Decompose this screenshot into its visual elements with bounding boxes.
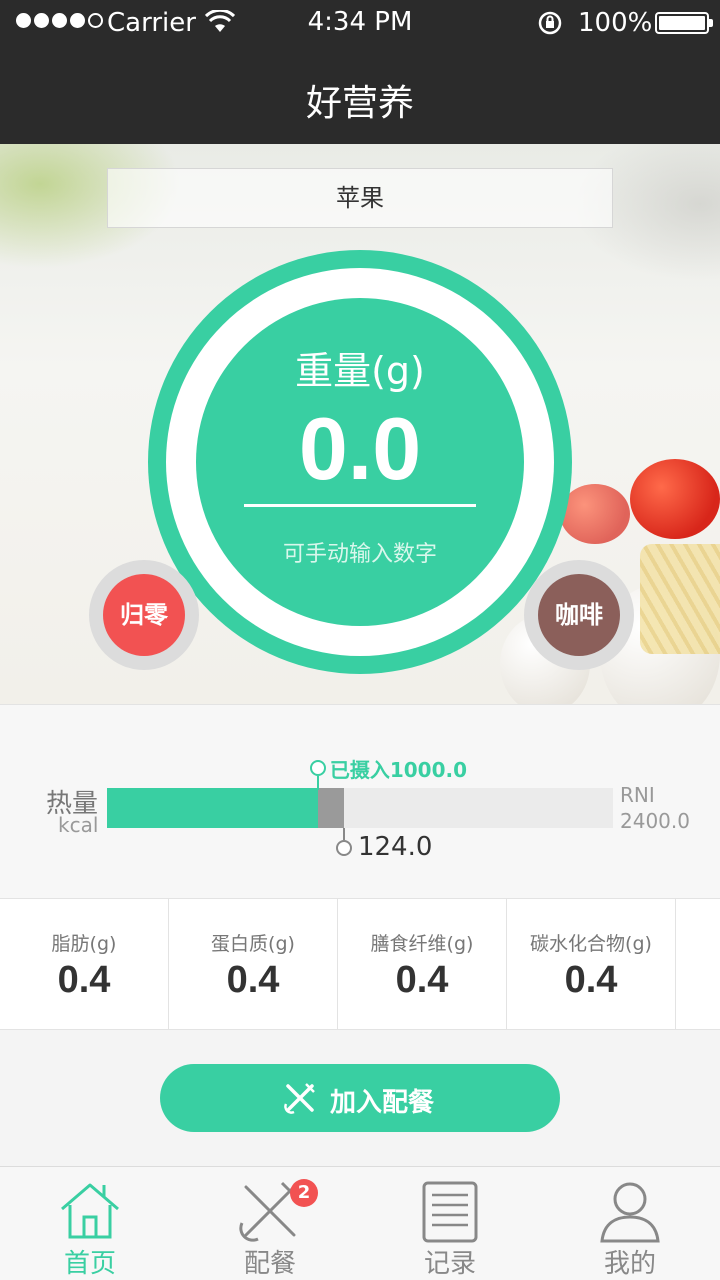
user-icon bbox=[600, 1182, 660, 1243]
weight-display[interactable]: 重量(g) 0.0 可手动输入数字 bbox=[196, 298, 524, 626]
calorie-unit: kcal bbox=[58, 813, 99, 837]
background-pasta-image bbox=[640, 544, 720, 654]
food-name-field[interactable]: 苹果 bbox=[107, 168, 613, 228]
nutrient-carbohydrate: 碳水化合物(g) 0.4 bbox=[507, 899, 676, 1030]
meal-plan-badge: 2 bbox=[290, 1179, 318, 1207]
current-calorie-fill bbox=[317, 788, 344, 828]
nutrient-name: 碳水化合物(g) bbox=[530, 933, 652, 955]
nutrient-fat: 脂肪(g) 0.4 bbox=[0, 899, 169, 1030]
tab-records[interactable]: 记录 bbox=[360, 1167, 540, 1280]
rni-label: RNI bbox=[620, 783, 655, 807]
tab-label: 首页 bbox=[63, 1249, 116, 1279]
nutrient-value: 0.4 bbox=[57, 959, 111, 1001]
calorie-section: 热量 kcal 已摄入1000.0 124.0 RNI 2400.0 bbox=[0, 704, 720, 898]
weight-dial: 重量(g) 0.0 可手动输入数字 bbox=[148, 250, 572, 674]
nutrient-value: 0.4 bbox=[226, 959, 280, 1001]
battery-percent: 100% bbox=[578, 8, 653, 38]
nutrient-name: 膳食纤维(g) bbox=[370, 933, 474, 955]
coffee-button-container: 咖啡 bbox=[524, 560, 634, 670]
consumed-calorie-fill bbox=[107, 788, 318, 828]
zero-button[interactable]: 归零 bbox=[103, 574, 185, 656]
home-icon bbox=[61, 1183, 119, 1239]
weight-label: 重量(g) bbox=[295, 349, 425, 393]
weight-input-underline bbox=[244, 504, 476, 507]
tab-label: 配餐 bbox=[243, 1249, 296, 1279]
nutrient-protein: 蛋白质(g) 0.4 bbox=[169, 899, 338, 1030]
consumed-label: 已摄入1000.0 bbox=[329, 758, 468, 782]
nutrient-value: 0.4 bbox=[395, 959, 449, 1001]
scale-hero: 苹果 重量(g) 0.0 可手动输入数字 归零 咖啡 bbox=[0, 144, 720, 704]
weight-input-hint: 可手动输入数字 bbox=[282, 542, 437, 567]
current-marker-dot bbox=[335, 840, 352, 856]
page-title: 好营养 bbox=[305, 83, 414, 124]
consumed-marker-dot bbox=[309, 760, 326, 776]
background-tomato-image bbox=[630, 459, 720, 539]
tab-label: 记录 bbox=[423, 1249, 476, 1279]
tab-label: 我的 bbox=[603, 1249, 656, 1279]
weight-value[interactable]: 0.0 bbox=[196, 398, 524, 500]
add-to-meal-button[interactable]: 加入配餐 bbox=[160, 1064, 560, 1132]
add-to-meal-label: 加入配餐 bbox=[330, 1088, 435, 1118]
current-calorie-value: 124.0 bbox=[357, 832, 433, 862]
nutrient-overflow-cell bbox=[676, 899, 720, 1030]
nutrient-grid: 脂肪(g) 0.4 蛋白质(g) 0.4 膳食纤维(g) 0.4 碳水化合物(g… bbox=[0, 898, 720, 1030]
status-bar: Carrier 4:34 PM 100% bbox=[0, 0, 720, 44]
tab-meal-plan[interactable]: 2 配餐 bbox=[180, 1167, 360, 1280]
tab-home[interactable]: 首页 bbox=[0, 1167, 180, 1280]
nutrient-fiber: 膳食纤维(g) 0.4 bbox=[338, 899, 507, 1030]
zero-button-container: 归零 bbox=[89, 560, 199, 670]
tab-profile[interactable]: 我的 bbox=[540, 1167, 720, 1280]
battery-icon bbox=[655, 12, 713, 34]
navigation-bar: 好营养 bbox=[0, 44, 720, 144]
nutrient-name: 蛋白质(g) bbox=[211, 933, 295, 955]
list-icon bbox=[422, 1181, 478, 1243]
coffee-button[interactable]: 咖啡 bbox=[538, 574, 620, 656]
calorie-progress-bar bbox=[107, 788, 613, 828]
nutrient-name: 脂肪(g) bbox=[51, 933, 117, 955]
nutrient-value: 0.4 bbox=[564, 959, 618, 1001]
tab-bar: 首页 2 配餐 记录 我的 bbox=[0, 1166, 720, 1280]
rni-value: 2400.0 bbox=[620, 809, 690, 833]
rotation-lock-icon bbox=[538, 11, 562, 35]
fork-knife-icon bbox=[284, 1083, 315, 1114]
